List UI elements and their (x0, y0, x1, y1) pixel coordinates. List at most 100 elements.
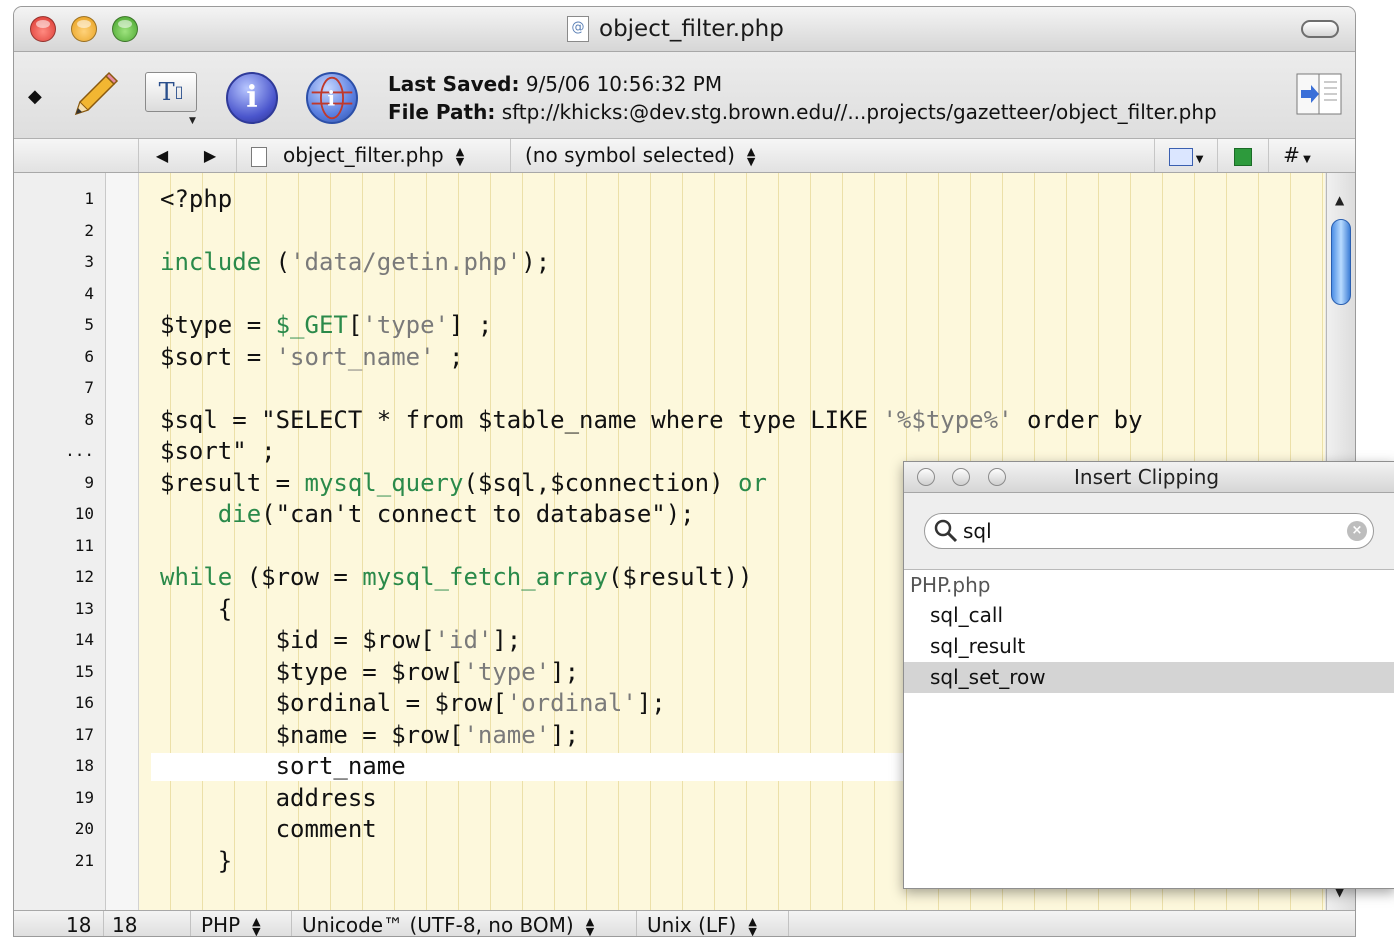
code-line[interactable]: $type = $row['type']; (160, 658, 579, 686)
code-line[interactable]: die("can't connect to database"); (160, 500, 695, 528)
column-indicator: 18 (103, 911, 198, 936)
code-line[interactable]: $type = $_GET['type'] ; (160, 311, 492, 339)
symbol-popup[interactable]: (no symbol selected) ▲ ▼ (510, 139, 805, 172)
code-line[interactable]: $sql = "SELECT * from $table_name where … (160, 406, 1143, 434)
file-path-value: sftp://khicks:@dev.stg.brown.edu//...pro… (501, 100, 1217, 124)
document-icon: @ (567, 16, 589, 42)
clipping-search-field[interactable]: × (924, 513, 1374, 549)
line-number: 3 (84, 252, 94, 271)
code-line[interactable]: $sort = 'sort_name' ; (160, 343, 463, 371)
stack-icon (1234, 147, 1252, 166)
status-bar: 18 18 PHP ▲ ▼ Unicode™ (UTF-8, no BOM) ▲ ▼ U… (14, 910, 1355, 937)
code-line[interactable]: { (160, 595, 232, 623)
title-bar: @ object_filter.php (14, 7, 1355, 52)
line-number: 10 (74, 504, 94, 523)
clipping-group[interactable]: PHP.php (904, 570, 1394, 600)
diamond-icon[interactable]: ◆ (28, 86, 42, 107)
line-number: 17 (74, 724, 94, 744)
line-number: 14 (74, 630, 94, 649)
toolbar: ◆ T▯ ▼ i i Last Saved: 9/5/06 10:56:32 P… (14, 52, 1355, 139)
clipping-item[interactable]: sql_set_row (904, 662, 1394, 693)
file-popup-label: object_filter.php (283, 143, 444, 167)
code-line[interactable]: $sort" ; (160, 437, 276, 465)
code-line[interactable]: sort_name (160, 752, 406, 780)
scroll-thumb[interactable] (1331, 219, 1351, 305)
fold-gutter[interactable] (106, 173, 139, 910)
line-number: 1 (84, 189, 94, 208)
line-number: ... (65, 441, 94, 460)
search-icon (934, 519, 958, 543)
window-stack-button[interactable] (1217, 139, 1268, 172)
code-line[interactable]: address (160, 784, 377, 812)
line-number: 6 (84, 346, 94, 366)
info-icon[interactable]: i (226, 72, 278, 124)
clipping-zoom-button[interactable] (988, 468, 1006, 486)
window-title: @ object_filter.php (567, 14, 784, 44)
back-button[interactable]: ◀ (138, 139, 185, 172)
code-line[interactable]: <?php (160, 185, 232, 213)
last-saved-value: 9/5/06 10:56:32 PM (525, 72, 723, 96)
code-line[interactable]: $ordinal = $row['ordinal']; (160, 689, 666, 717)
text-options-button[interactable]: T▯ (145, 72, 197, 112)
clipping-title: Insert Clipping (1074, 465, 1220, 489)
encoding-arrows-icon: ▲ ▼ (585, 914, 595, 937)
clipping-minimize-button[interactable] (952, 468, 970, 486)
clipping-list: PHP.php sql_call sql_result sql_set_row (904, 570, 1394, 693)
hash-menu-button[interactable]: # ▼ (1268, 139, 1325, 172)
svg-text:i: i (327, 86, 335, 110)
file-popup-arrows-icon: ▲ ▼ (455, 144, 465, 168)
symbol-popup-label: (no symbol selected) (525, 143, 735, 167)
line-number: 5 (84, 315, 94, 334)
bookmarks-menu-button[interactable]: ▼ (1154, 139, 1217, 172)
encoding-popup[interactable]: Unicode™ (UTF-8, no BOM) ▲ ▼ (291, 911, 642, 937)
code-line[interactable]: $id = $row['id']; (160, 626, 522, 654)
web-preview-icon[interactable]: i (306, 72, 358, 124)
line-number: 19 (74, 787, 94, 807)
line-number: 4 (84, 283, 94, 303)
last-saved-label: Last Saved: (388, 72, 520, 96)
language-popup[interactable]: PHP ▲ ▼ (190, 911, 301, 937)
line-number: 11 (74, 535, 94, 555)
toolbar-toggle-button[interactable] (1301, 20, 1339, 38)
line-number: 15 (74, 661, 94, 681)
clipping-search-input[interactable] (963, 518, 1333, 544)
line-number: 9 (84, 472, 94, 492)
code-line[interactable]: include ('data/getin.php'); (160, 248, 550, 276)
minimize-button[interactable] (71, 16, 97, 42)
scroll-up-arrow-icon[interactable]: ▲ (1335, 193, 1344, 207)
zoom-button[interactable] (112, 16, 138, 42)
text-options-arrow-icon[interactable]: ▼ (189, 116, 196, 126)
clipping-items: sql_call sql_result sql_set_row (904, 600, 1394, 693)
file-popup-icon (251, 146, 267, 167)
navigation-bar: ◀ ▶ object_filter.php ▲ ▼ (no symbol selec… (14, 139, 1355, 173)
line-number: 12 (74, 567, 94, 586)
window-title-text: object_filter.php (599, 16, 784, 42)
code-line[interactable]: } (160, 847, 232, 875)
clipping-search-area: × (904, 493, 1394, 570)
clipping-item[interactable]: sql_call (904, 600, 1394, 631)
line-number: 13 (74, 598, 94, 618)
forward-button[interactable]: ▶ (185, 139, 235, 172)
line-endings-popup[interactable]: Unix (LF) ▲ ▼ (636, 911, 797, 937)
symbol-popup-arrows-icon: ▲ ▼ (746, 144, 756, 168)
file-popup[interactable]: object_filter.php ▲ ▼ (236, 139, 524, 172)
hash-menu-label: # (1283, 143, 1300, 167)
clipping-close-button[interactable] (917, 468, 935, 486)
pencil-icon[interactable] (68, 70, 120, 122)
line-endings-arrows-icon: ▲ ▼ (748, 914, 757, 937)
line-number: 16 (74, 693, 94, 712)
insert-clipping-panel: Insert Clipping × PHP.php sql_callsql_re… (903, 461, 1394, 889)
language-arrows-icon: ▲ ▼ (252, 914, 261, 937)
code-line[interactable]: $result = mysql_query($sql,$connection) … (160, 469, 767, 497)
code-line[interactable]: while ($row = mysql_fetch_array($result)… (160, 563, 752, 591)
clear-search-icon[interactable]: × (1347, 521, 1367, 541)
file-path-label: File Path: (388, 100, 496, 124)
line-number: 2 (84, 220, 94, 240)
code-line[interactable]: comment (160, 815, 377, 843)
documents-drawer-icon[interactable] (1293, 68, 1345, 120)
code-line[interactable]: $name = $row['name']; (160, 721, 579, 749)
clipping-title-bar: Insert Clipping (904, 462, 1394, 493)
clipping-item[interactable]: sql_result (904, 631, 1394, 662)
status-spacer (788, 911, 1325, 936)
close-button[interactable] (30, 16, 56, 42)
